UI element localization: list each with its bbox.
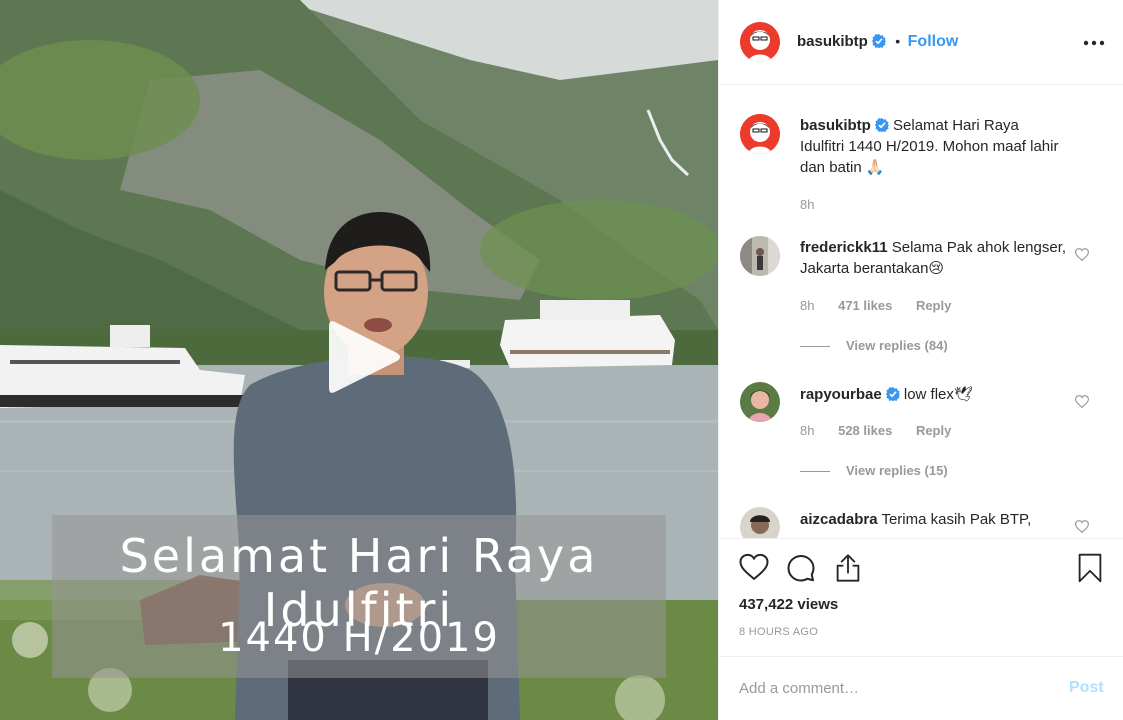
avatar[interactable] bbox=[740, 507, 780, 538]
reply-button[interactable]: Reply bbox=[916, 423, 951, 438]
view-count[interactable]: 437,422 views bbox=[739, 596, 838, 613]
comment-body: aizcadabra Terima kasih Pak BTP, bbox=[800, 509, 1070, 530]
header-separator: • bbox=[895, 33, 901, 49]
heart-icon bbox=[1074, 520, 1090, 534]
comment-text: Terima kasih Pak BTP, bbox=[881, 511, 1032, 528]
caption-overlay: Selamat Hari Raya Idulfitri 1440 H/2019 bbox=[52, 515, 666, 678]
play-button[interactable] bbox=[327, 318, 401, 396]
like-comment-button[interactable] bbox=[1074, 520, 1090, 538]
post-side-panel: basukibtp • Follow basukibtp Selamat Har… bbox=[718, 0, 1123, 720]
share-button[interactable] bbox=[834, 553, 862, 588]
comment-time: 8h bbox=[800, 197, 815, 212]
avatar-image bbox=[740, 114, 780, 154]
follow-button[interactable]: Follow bbox=[908, 33, 959, 50]
comment-username[interactable]: basukibtp bbox=[800, 117, 871, 134]
pray-emoji: 🙏🏻 bbox=[865, 159, 885, 176]
verified-badge-icon bbox=[874, 118, 889, 132]
avatar-image bbox=[740, 382, 780, 422]
view-replies-button[interactable]: View replies (84) bbox=[800, 338, 948, 353]
comment-body: rapyourbae low flex🕊 bbox=[800, 384, 1070, 405]
comment-username[interactable]: frederickk11 bbox=[800, 239, 888, 256]
heart-icon bbox=[739, 553, 769, 581]
dove-emoji: 🕊 bbox=[953, 386, 973, 403]
like-comment-button[interactable] bbox=[1074, 395, 1090, 413]
view-replies-label: View replies (15) bbox=[846, 463, 948, 478]
avatar-image bbox=[740, 22, 780, 62]
post-header: basukibtp • Follow bbox=[719, 0, 1123, 85]
avatar-image bbox=[740, 507, 780, 538]
header-username[interactable]: basukibtp bbox=[797, 33, 868, 50]
post-timestamp[interactable]: 8 HOURS AGO bbox=[739, 626, 818, 638]
comment-likes[interactable]: 471 likes bbox=[838, 298, 892, 313]
heart-icon bbox=[1074, 395, 1090, 409]
comment-meta: 8h 471 likes Reply bbox=[800, 298, 971, 313]
sad-emoji: 😢 bbox=[928, 260, 945, 277]
comment-meta: 8h 528 likes Reply bbox=[800, 423, 971, 438]
avatar[interactable] bbox=[740, 22, 780, 62]
comment-time: 8h bbox=[800, 423, 815, 438]
comment-icon bbox=[787, 555, 815, 582]
share-icon bbox=[836, 554, 860, 582]
replies-divider bbox=[800, 346, 830, 348]
view-replies-button[interactable]: View replies (15) bbox=[800, 463, 948, 478]
save-button[interactable] bbox=[1077, 553, 1103, 588]
avatar[interactable] bbox=[740, 236, 780, 276]
comment-likes[interactable]: 528 likes bbox=[838, 423, 892, 438]
like-comment-button[interactable] bbox=[1074, 248, 1090, 266]
play-icon bbox=[329, 321, 400, 393]
more-icon bbox=[1083, 40, 1105, 46]
comments-list[interactable]: basukibtp Selamat Hari Raya Idulfitri 14… bbox=[719, 86, 1123, 538]
header-user-line: basukibtp • Follow bbox=[797, 33, 958, 51]
reply-button[interactable]: Reply bbox=[916, 298, 951, 313]
more-options-button[interactable] bbox=[1083, 33, 1105, 51]
post-comment-button[interactable]: Post bbox=[1069, 679, 1104, 697]
bookmark-icon bbox=[1078, 553, 1102, 583]
comment-meta: 8h bbox=[800, 197, 834, 212]
comment-username[interactable]: rapyourbae bbox=[800, 386, 882, 403]
view-replies-label: View replies (84) bbox=[846, 338, 948, 353]
verified-badge-icon bbox=[871, 34, 886, 48]
comment-button[interactable] bbox=[786, 553, 816, 588]
caption-overlay-year: 1440 H/2019 bbox=[218, 615, 500, 661]
post-video[interactable]: Selamat Hari Raya Idulfitri 1440 H/2019 bbox=[0, 0, 718, 720]
verified-badge-icon bbox=[885, 387, 900, 401]
add-comment-bar: Post bbox=[719, 656, 1123, 720]
comment-username[interactable]: aizcadabra bbox=[800, 511, 878, 528]
post-actions: 437,422 views 8 HOURS AGO bbox=[719, 538, 1123, 656]
comment-body: frederickk11 Selama Pak ahok lengser, Ja… bbox=[800, 237, 1070, 279]
avatar[interactable] bbox=[740, 382, 780, 422]
avatar[interactable] bbox=[740, 114, 780, 154]
heart-icon bbox=[1074, 248, 1090, 262]
avatar-image bbox=[740, 236, 780, 276]
replies-divider bbox=[800, 471, 830, 473]
comment-input[interactable] bbox=[739, 677, 1039, 699]
like-button[interactable] bbox=[739, 553, 769, 586]
comment-body: basukibtp Selamat Hari Raya Idulfitri 14… bbox=[800, 115, 1060, 178]
comment-time: 8h bbox=[800, 298, 815, 313]
comment-text: low flex bbox=[903, 386, 954, 403]
